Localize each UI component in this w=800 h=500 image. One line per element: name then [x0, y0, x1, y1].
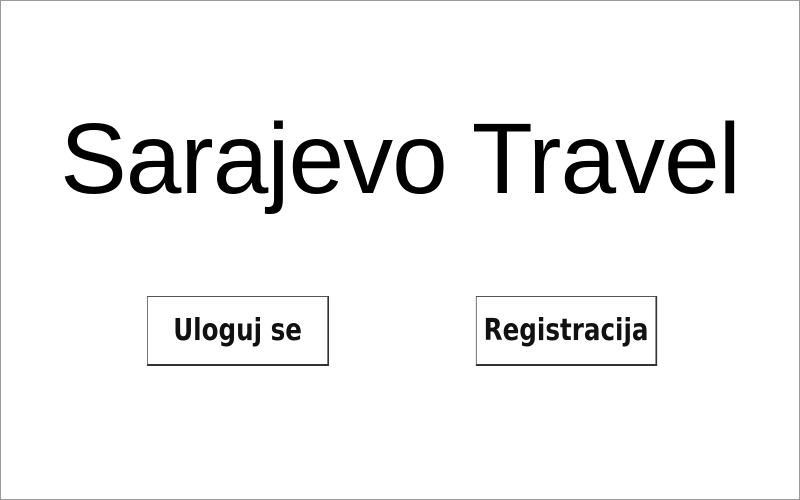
start-screen: Sarajevo Travel Uloguj se Registracija — [0, 0, 800, 500]
login-button[interactable]: Uloguj se — [146, 296, 330, 366]
register-button[interactable]: Registracija — [475, 296, 658, 366]
register-button-label: Registracija — [483, 313, 649, 348]
app-title: Sarajevo Travel — [60, 103, 741, 215]
login-button-label: Uloguj se — [173, 313, 302, 348]
